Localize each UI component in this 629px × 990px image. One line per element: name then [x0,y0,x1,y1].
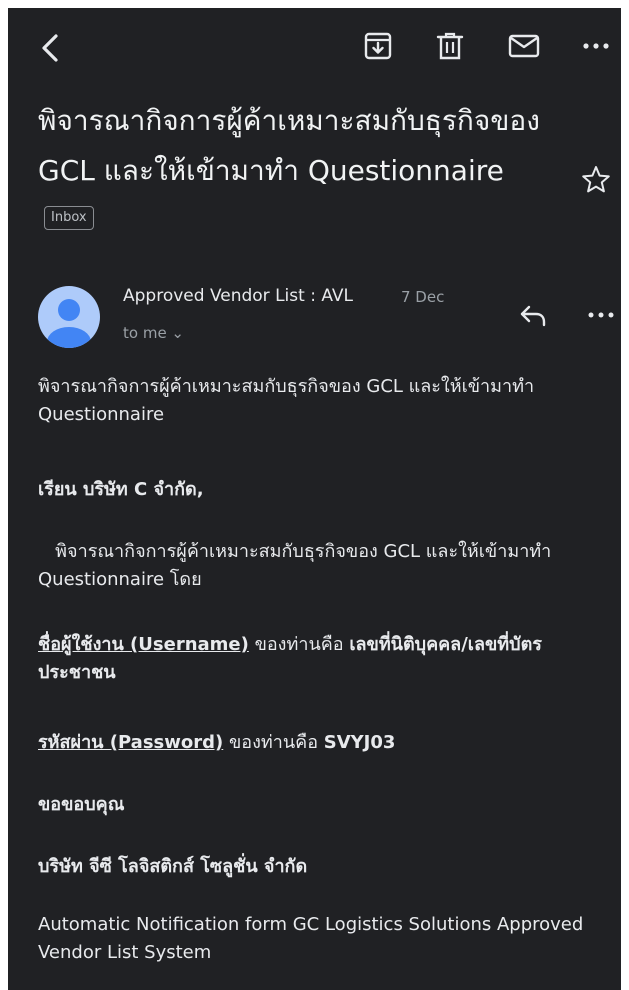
password-line: รหัสผ่าน (Password) ของท่านคือ SVYJ03 [38,729,395,757]
sender-header: Approved Vendor List : AVL 7 Dec to me ⌄ [38,286,618,356]
inbox-label-badge[interactable]: Inbox [44,206,94,230]
message-more-button[interactable] [584,298,618,332]
email-date: 7 Dec [401,288,445,306]
star-icon [582,166,610,193]
body-paragraph: พิจารณากิจการผู้ค้าเหมาะสมกับธุรกิจของ G… [38,541,558,590]
archive-icon [364,32,392,60]
trash-icon [436,32,464,60]
password-link[interactable]: รหัสผ่าน (Password) [38,732,223,753]
username-line: ชื่อผู้ใช้งาน (Username) ของท่านคือ เลขท… [38,631,608,687]
more-horizontal-icon [588,312,614,318]
star-button[interactable] [580,164,612,196]
thanks-text: ขอขอบคุณ [38,794,125,815]
chevron-left-icon [42,34,58,62]
subject-text: พิจารณากิจการผู้ค้าเหมาะสมกับธุรกิจของ G… [38,104,540,187]
back-button[interactable] [36,28,64,68]
email-subject: พิจารณากิจการผู้ค้าเหมาะสมกับธุรกิจของ G… [38,96,558,246]
mark-unread-button[interactable] [506,28,542,64]
sender-name: Approved Vendor List : AVL [123,286,353,306]
archive-button[interactable] [360,28,396,64]
more-options-button[interactable] [578,28,614,64]
intro-text: พิจารณากิจการผู้ค้าเหมาะสมกับธุรกิจของ G… [38,376,535,425]
username-mid: ของท่านคือ [248,634,350,655]
footer-text: Automatic Notification form GC Logistics… [38,914,584,963]
company-signature: บริษัท จีซี โลจิสติกส์ โซลูชั่น จำกัด [38,856,308,877]
greeting: เรียน บริษัท C จำกัด, [38,479,204,500]
username-link[interactable]: ชื่อผู้ใช้งาน (Username) [38,634,249,655]
mail-icon [508,34,540,58]
password-mid: ของท่านคือ [223,732,324,753]
email-view: พิจารณากิจการผู้ค้าเหมาะสมกับธุรกิจของ G… [8,8,621,990]
avatar[interactable] [38,286,100,348]
reply-icon [520,305,546,327]
person-icon [47,299,91,348]
delete-button[interactable] [432,28,468,64]
reply-button[interactable] [516,298,550,332]
more-horizontal-icon [583,43,609,49]
toolbar [8,8,621,78]
recipient-details-toggle[interactable]: to me ⌄ [123,324,184,342]
password-value: SVYJ03 [323,732,396,753]
